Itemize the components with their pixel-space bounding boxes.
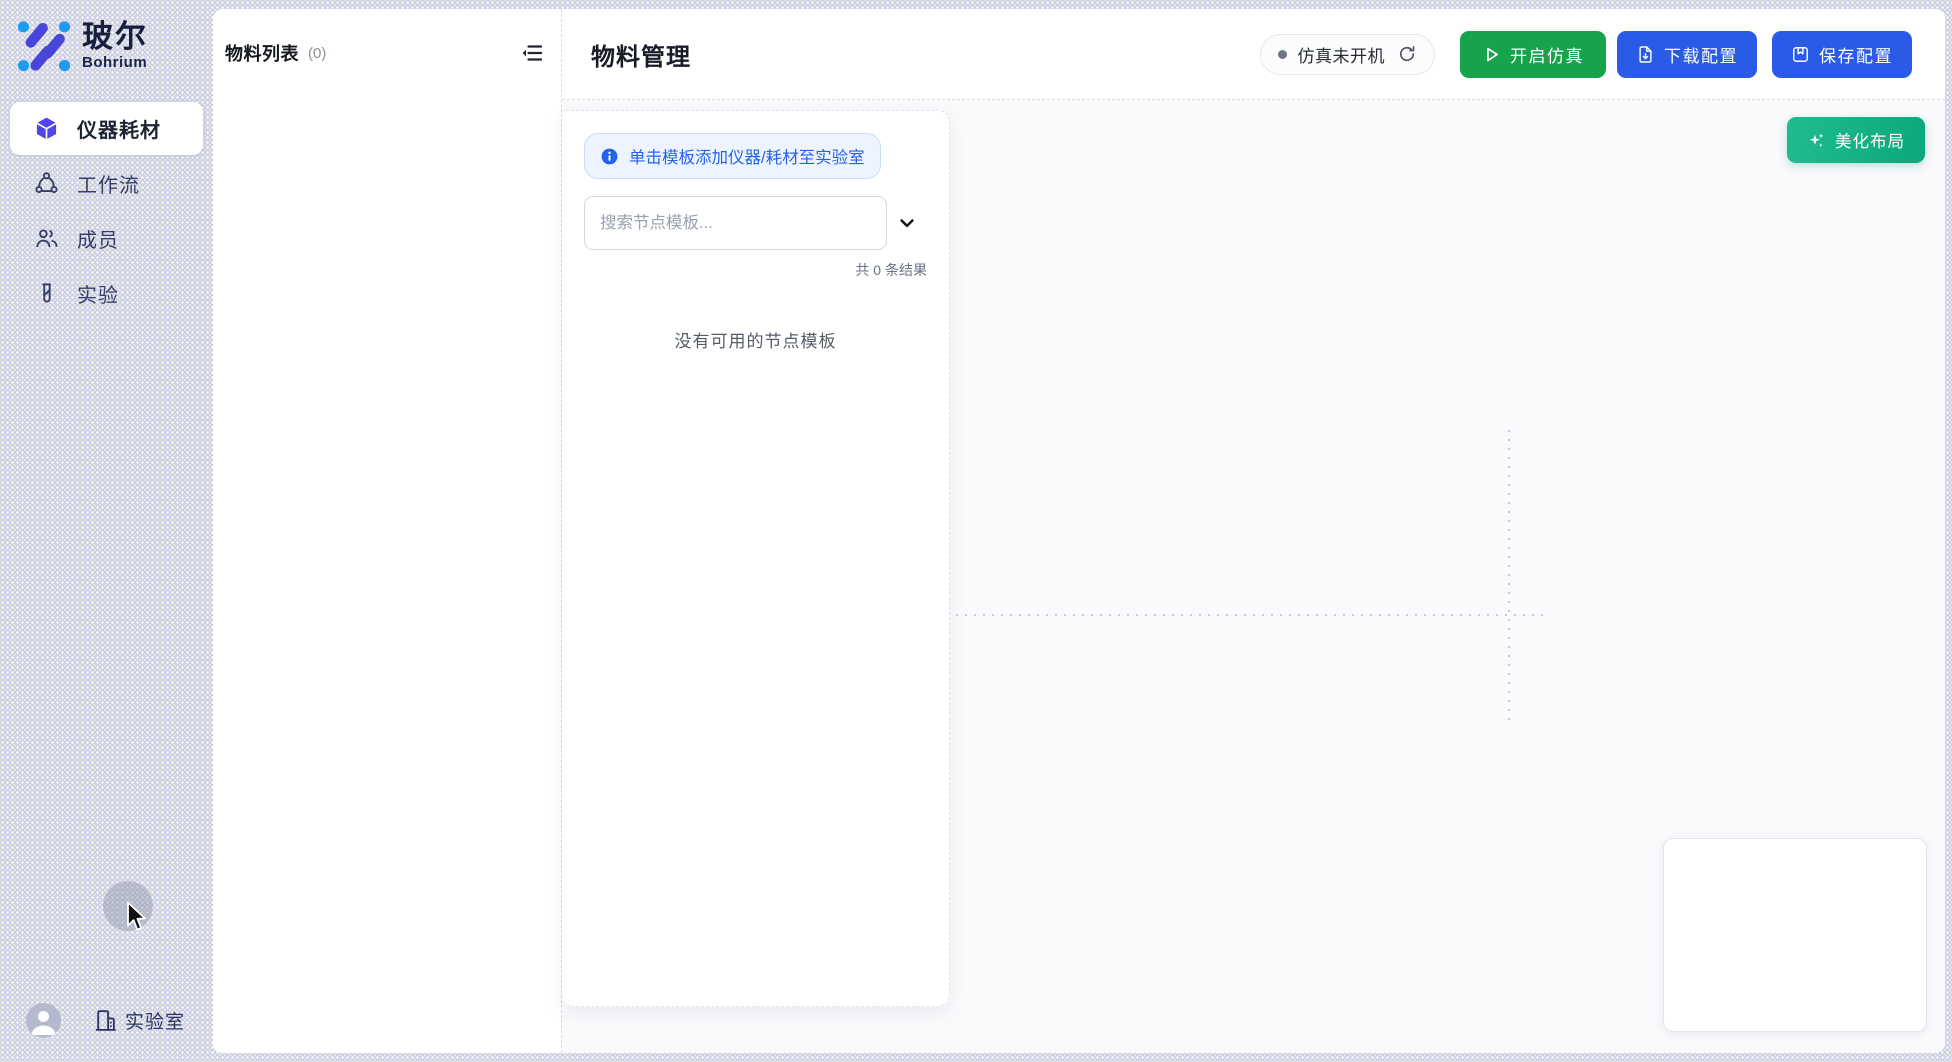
sidebar-footer: 实验室 (0, 1003, 213, 1038)
save-config-button[interactable]: 保存配置 (1772, 31, 1912, 78)
brand-name-en: Bohrium (82, 54, 148, 71)
file-download-icon (1636, 45, 1655, 64)
template-hint-text: 单击模板添加仪器/耗材至实验室 (629, 144, 865, 168)
sparkles-icon (1807, 131, 1826, 150)
members-icon (34, 226, 59, 251)
save-bookmark-icon (1791, 45, 1810, 64)
beautify-layout-button[interactable]: 美化布局 (1787, 117, 1925, 163)
info-icon (600, 147, 619, 166)
sidebar-nav: 仪器耗材 工作流 成员 (0, 102, 213, 320)
template-result-count: 共 0 条结果 (584, 260, 927, 280)
save-config-label: 保存配置 (1819, 42, 1893, 67)
sidebar-item-label: 工作流 (77, 169, 140, 198)
beautify-layout-label: 美化布局 (1835, 128, 1905, 152)
page-header: 物料管理 仿真未开机 开启仿真 (562, 9, 1945, 100)
sidebar-item-label: 成员 (77, 224, 119, 253)
main-column: 物料管理 仿真未开机 开启仿真 (562, 9, 1945, 1053)
sidebar-item-workflow[interactable]: 工作流 (10, 157, 203, 210)
avatar-person-icon (26, 1003, 61, 1038)
start-simulation-label: 开启仿真 (1510, 42, 1584, 67)
app-root: { "brand": { "name_zh": "玻尔", "name_en":… (0, 0, 1952, 1062)
user-avatar[interactable] (26, 1003, 61, 1038)
brand-logo: 玻尔 Bohrium (0, 0, 213, 74)
sidebar-item-label: 仪器耗材 (77, 114, 161, 143)
materials-list-title: 物料列表 (225, 40, 299, 66)
template-hint-banner: 单击模板添加仪器/耗材至实验室 (584, 133, 881, 179)
refresh-icon[interactable] (1397, 44, 1417, 64)
template-empty-text: 没有可用的节点模板 (584, 327, 927, 352)
brand-name-zh: 玻尔 (82, 20, 148, 54)
download-config-button[interactable]: 下载配置 (1617, 31, 1757, 78)
lab-entry[interactable]: 实验室 (93, 1007, 185, 1034)
sidebar-item-members[interactable]: 成员 (10, 212, 203, 265)
canvas-minimap[interactable] (1663, 838, 1927, 1032)
sidebar: 玻尔 Bohrium 仪器耗材 工作流 (0, 0, 213, 1062)
status-dot-icon (1278, 50, 1287, 59)
collapse-panel-icon[interactable] (520, 41, 544, 65)
main-container: 物料列表 (0) 物料管理 仿真未开机 (213, 9, 1945, 1053)
node-template-panel: 单击模板添加仪器/耗材至实验室 共 0 条结果 没有可用的节点模板 (562, 110, 950, 1007)
materials-list-panel: 物料列表 (0) (213, 9, 562, 1053)
chevron-down-icon (897, 213, 917, 233)
workflow-cycle-icon (34, 171, 59, 196)
start-simulation-button[interactable]: 开启仿真 (1460, 31, 1606, 78)
mouse-cursor (126, 901, 147, 933)
header-actions: 仿真未开机 开启仿真 (1260, 31, 1913, 78)
test-tube-icon (34, 281, 59, 306)
sidebar-item-label: 实验 (77, 279, 119, 308)
page-title: 物料管理 (591, 37, 691, 72)
sidebar-item-experiments[interactable]: 实验 (10, 267, 203, 320)
brand-text: 玻尔 Bohrium (82, 20, 148, 71)
lab-label: 实验室 (125, 1007, 185, 1034)
building-icon (93, 1008, 118, 1033)
canvas-guide-line-horizontal (947, 614, 1547, 616)
play-icon (1482, 45, 1501, 64)
materials-list-header: 物料列表 (0) (213, 9, 561, 97)
bohrium-logo-icon (15, 16, 73, 74)
sidebar-item-instruments[interactable]: 仪器耗材 (10, 102, 203, 155)
template-search-row (584, 196, 927, 250)
cube-icon (34, 116, 59, 141)
canvas-guide-line-vertical (1508, 430, 1510, 722)
download-config-label: 下载配置 (1664, 42, 1738, 67)
template-search-input[interactable] (584, 196, 887, 250)
flow-canvas[interactable]: 单击模板添加仪器/耗材至实验室 共 0 条结果 没有可用的节点模板 (562, 100, 1945, 1053)
simulation-status-text: 仿真未开机 (1298, 42, 1386, 67)
materials-list-count: (0) (308, 45, 326, 62)
expand-filters-button[interactable] (887, 203, 927, 243)
simulation-status-pill: 仿真未开机 (1260, 34, 1436, 75)
